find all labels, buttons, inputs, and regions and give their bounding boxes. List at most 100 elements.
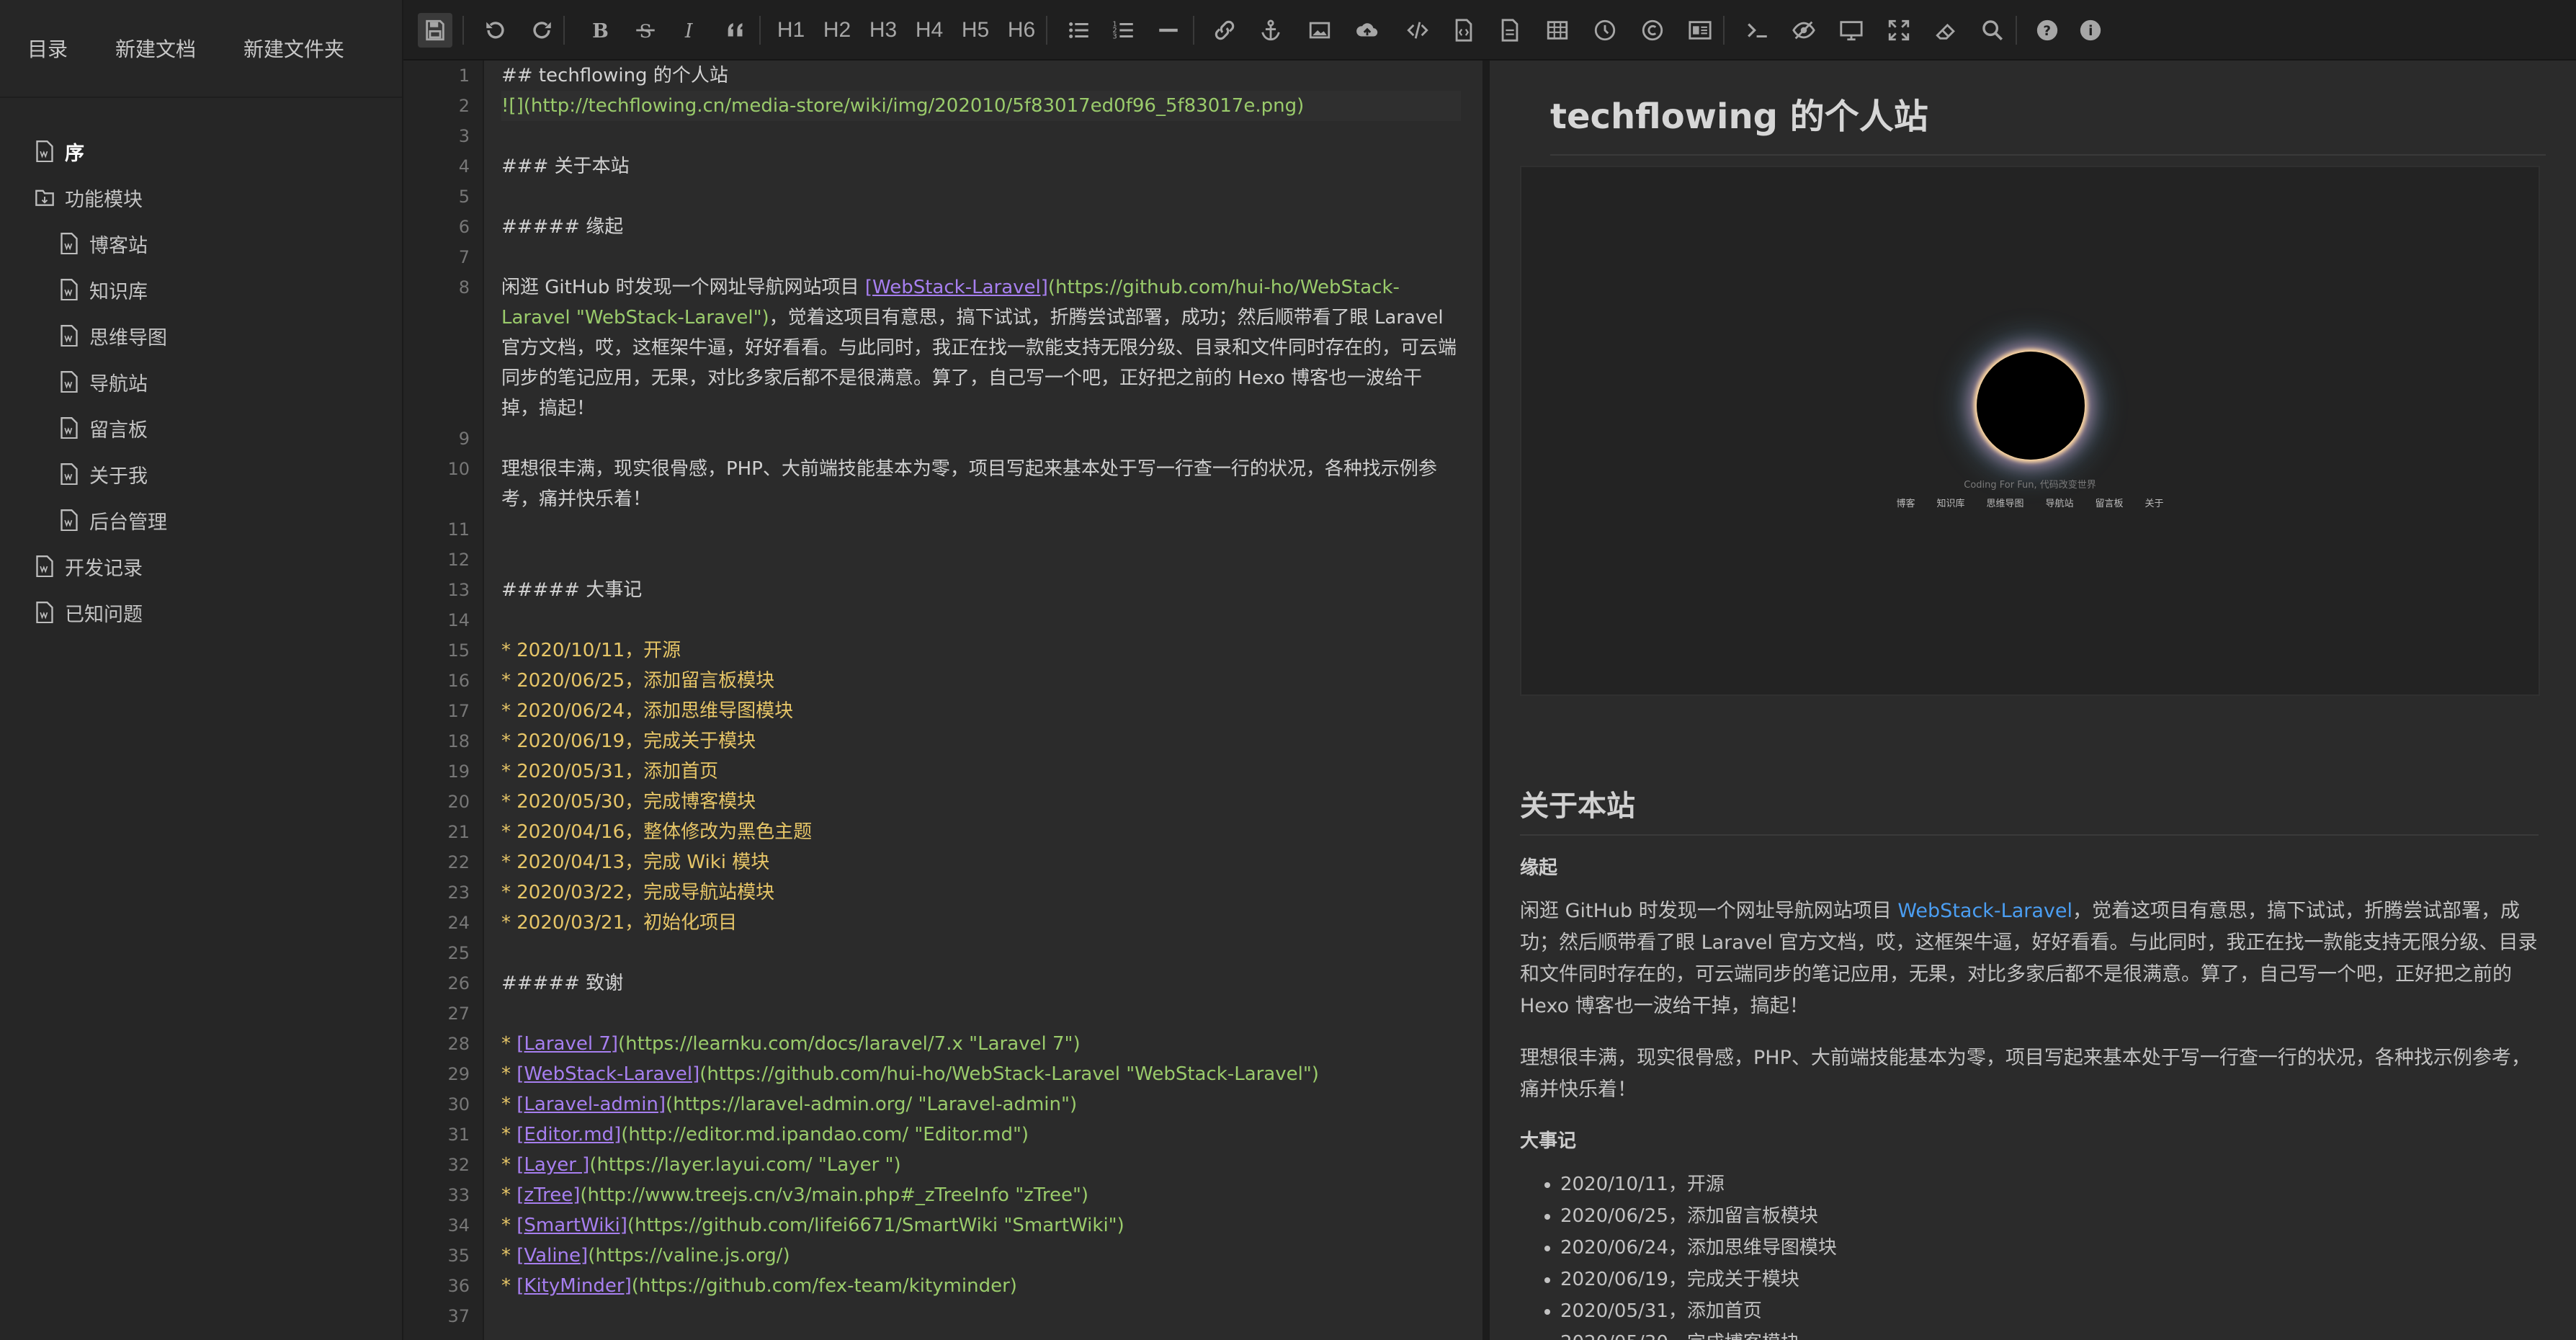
tree-item[interactable]: 思维导图 [0, 313, 402, 359]
code-line[interactable]: 25 [447, 938, 1461, 968]
new-folder-button[interactable]: 新建文件夹 [243, 34, 344, 63]
code-line[interactable]: 26 ##### 致谢 [447, 968, 1461, 999]
code-line[interactable]: 30 * [Laravel-admin](https://laravel-admi… [447, 1089, 1461, 1120]
code-line[interactable]: 31 * [Editor.md](http://editor.md.ipandao… [447, 1120, 1461, 1150]
code-line[interactable]: 28 * [Laravel 7](https://learnku.com/docs… [447, 1029, 1461, 1059]
line-text[interactable]: * 2020/04/13，完成 Wiki 模块 [501, 847, 1461, 877]
eraser-button[interactable] [1929, 13, 1964, 48]
code-line[interactable]: 14 [447, 605, 1461, 635]
heading-h6-button[interactable]: H6 [1004, 13, 1039, 48]
code-line[interactable]: 37 [447, 1301, 1461, 1331]
code-line[interactable]: 6 ##### 缘起 [459, 212, 1461, 242]
code-line[interactable]: 16 * 2020/06/25，添加留言板模块 [447, 666, 1461, 696]
info-button[interactable]: i [2073, 13, 2108, 48]
tree-item[interactable]: 开发记录 [0, 543, 402, 589]
heading-h2-button[interactable]: H2 [820, 13, 854, 48]
code-line[interactable]: 9 [459, 424, 1461, 454]
tree-item[interactable]: 序 [0, 128, 402, 174]
line-text[interactable]: ![](http://techflowing.cn/media-store/wi… [501, 91, 1461, 121]
tree-item[interactable]: 知识库 [0, 267, 402, 313]
eye-slash-button[interactable] [1786, 13, 1821, 48]
italic-button[interactable]: I [673, 13, 707, 48]
line-text[interactable]: ##### 大事记 [501, 575, 1461, 605]
line-text[interactable]: ##### 致谢 [501, 968, 1461, 999]
code-line[interactable]: 18 * 2020/06/19，完成关于模块 [447, 726, 1461, 756]
terminal-button[interactable] [1740, 13, 1775, 48]
line-text[interactable]: * 2020/06/24，添加思维导图模块 [501, 696, 1461, 726]
desktop-button[interactable] [1834, 13, 1869, 48]
editor-code[interactable]: 1 ## techflowing 的个人站 2 ![](http://techflow… [447, 61, 1461, 1331]
html-entity-button[interactable] [1683, 13, 1717, 48]
line-text[interactable]: ## techflowing 的个人站 [501, 61, 1461, 91]
line-text[interactable]: * [SmartWiki](https://github.com/lifei66… [501, 1210, 1461, 1241]
heading-h3-button[interactable]: H3 [866, 13, 900, 48]
line-text[interactable]: * [Editor.md](http://editor.md.ipandao.c… [501, 1120, 1461, 1150]
line-text[interactable]: ##### 缘起 [501, 212, 1461, 242]
upload-button[interactable] [1350, 13, 1385, 48]
table-button[interactable] [1540, 13, 1575, 48]
line-text[interactable]: * [KityMinder](https://github.com/fex-te… [501, 1271, 1461, 1301]
tree-item[interactable]: 已知问题 [0, 589, 402, 635]
code-line[interactable]: 12 [447, 545, 1461, 575]
fullscreen-button[interactable] [1882, 13, 1916, 48]
code-line[interactable]: 23 * 2020/03/22，完成导航站模块 [447, 877, 1461, 908]
code-line[interactable]: 20 * 2020/05/30，完成博客模块 [447, 787, 1461, 817]
pane-divider[interactable] [1482, 61, 1490, 1340]
code-line[interactable]: 33 * [zTree](http://www.treejs.cn/v3/main… [447, 1180, 1461, 1210]
webstack-link[interactable]: WebStack-Laravel [1897, 900, 2072, 922]
code-line[interactable]: 15 * 2020/10/11，开源 [447, 635, 1461, 666]
code-line[interactable]: 21 * 2020/04/16，整体修改为黑色主题 [447, 817, 1461, 847]
line-text[interactable]: * 2020/10/11，开源 [501, 635, 1461, 666]
heading-h1-button[interactable]: H1 [774, 13, 808, 48]
tree-item[interactable]: 博客站 [0, 220, 402, 267]
line-text[interactable]: * [Laravel-admin](https://laravel-admin.… [501, 1089, 1461, 1120]
line-text[interactable]: * 2020/06/25，添加留言板模块 [501, 666, 1461, 696]
image-button[interactable] [1302, 13, 1337, 48]
line-text[interactable]: * 2020/05/31，添加首页 [501, 756, 1461, 787]
line-text[interactable]: * 2020/03/21，初始化项目 [501, 908, 1461, 938]
hr-button[interactable] [1151, 13, 1186, 48]
code-line[interactable]: 24 * 2020/03/21，初始化项目 [447, 908, 1461, 938]
tree-item[interactable]: 导航站 [0, 359, 402, 405]
code-line[interactable]: 7 [459, 242, 1461, 272]
tree-item[interactable]: 后台管理 [0, 497, 402, 543]
line-text[interactable]: * 2020/04/16，整体修改为黑色主题 [501, 817, 1461, 847]
heading-h5-button[interactable]: H5 [958, 13, 993, 48]
code-line[interactable]: 8 闲逛 GitHub 时发现一个网址导航网站项目 [WebStack-Larav… [459, 272, 1461, 424]
code-line[interactable]: 17 * 2020/06/24，添加思维导图模块 [447, 696, 1461, 726]
quote-button[interactable] [719, 13, 753, 48]
copyright-button[interactable] [1635, 13, 1670, 48]
undo-button[interactable] [478, 13, 513, 48]
code-line[interactable]: 13 ##### 大事记 [447, 575, 1461, 605]
list-ol-button[interactable]: 123 [1106, 13, 1141, 48]
search-button[interactable] [1975, 13, 2010, 48]
anchor-button[interactable] [1253, 13, 1288, 48]
markdown-editor[interactable]: 1 ## techflowing 的个人站 2 ![](http://techflow… [403, 61, 1482, 1340]
new-document-button[interactable]: 新建文档 [115, 34, 196, 63]
file-code-button[interactable] [1446, 13, 1481, 48]
code-line[interactable]: 32 * [Layer ](https://layer.layui.com/ "L… [447, 1150, 1461, 1180]
list-ul-button[interactable] [1062, 13, 1096, 48]
line-text[interactable]: * [Valine](https://valine.js.org/) [501, 1241, 1461, 1271]
tree-item[interactable]: 功能模块 [0, 174, 402, 220]
code-button[interactable] [1400, 13, 1435, 48]
line-text[interactable]: * 2020/05/30，完成博客模块 [501, 787, 1461, 817]
code-line[interactable]: 22 * 2020/04/13，完成 Wiki 模块 [447, 847, 1461, 877]
code-line[interactable]: 1 ## techflowing 的个人站 [459, 61, 1461, 91]
link-button[interactable] [1207, 13, 1242, 48]
catalog-button[interactable]: 目录 [27, 34, 68, 63]
code-line[interactable]: 10 理想很丰满，现实很骨感，PHP、大前端技能基本为零，项目写起来基本处于写一行… [447, 454, 1461, 514]
code-line[interactable]: 36 * [KityMinder](https://github.com/fex-… [447, 1271, 1461, 1301]
code-line[interactable]: 34 * [SmartWiki](https://github.com/lifei… [447, 1210, 1461, 1241]
line-text[interactable]: * [zTree](http://www.treejs.cn/v3/main.p… [501, 1180, 1461, 1210]
bold-button[interactable]: B [582, 13, 617, 48]
code-line[interactable]: 27 [447, 999, 1461, 1029]
code-line[interactable]: 29 * [WebStack-Laravel](https://github.co… [447, 1059, 1461, 1089]
line-text[interactable]: * 2020/03/22，完成导航站模块 [501, 877, 1461, 908]
code-line[interactable]: 3 [459, 121, 1461, 151]
code-line[interactable]: 35 * [Valine](https://valine.js.org/) [447, 1241, 1461, 1271]
save-button[interactable] [418, 13, 452, 48]
redo-button[interactable] [524, 13, 559, 48]
line-text[interactable]: 理想很丰满，现实很骨感，PHP、大前端技能基本为零，项目写起来基本处于写一行查一… [501, 454, 1459, 514]
clock-button[interactable] [1588, 13, 1622, 48]
